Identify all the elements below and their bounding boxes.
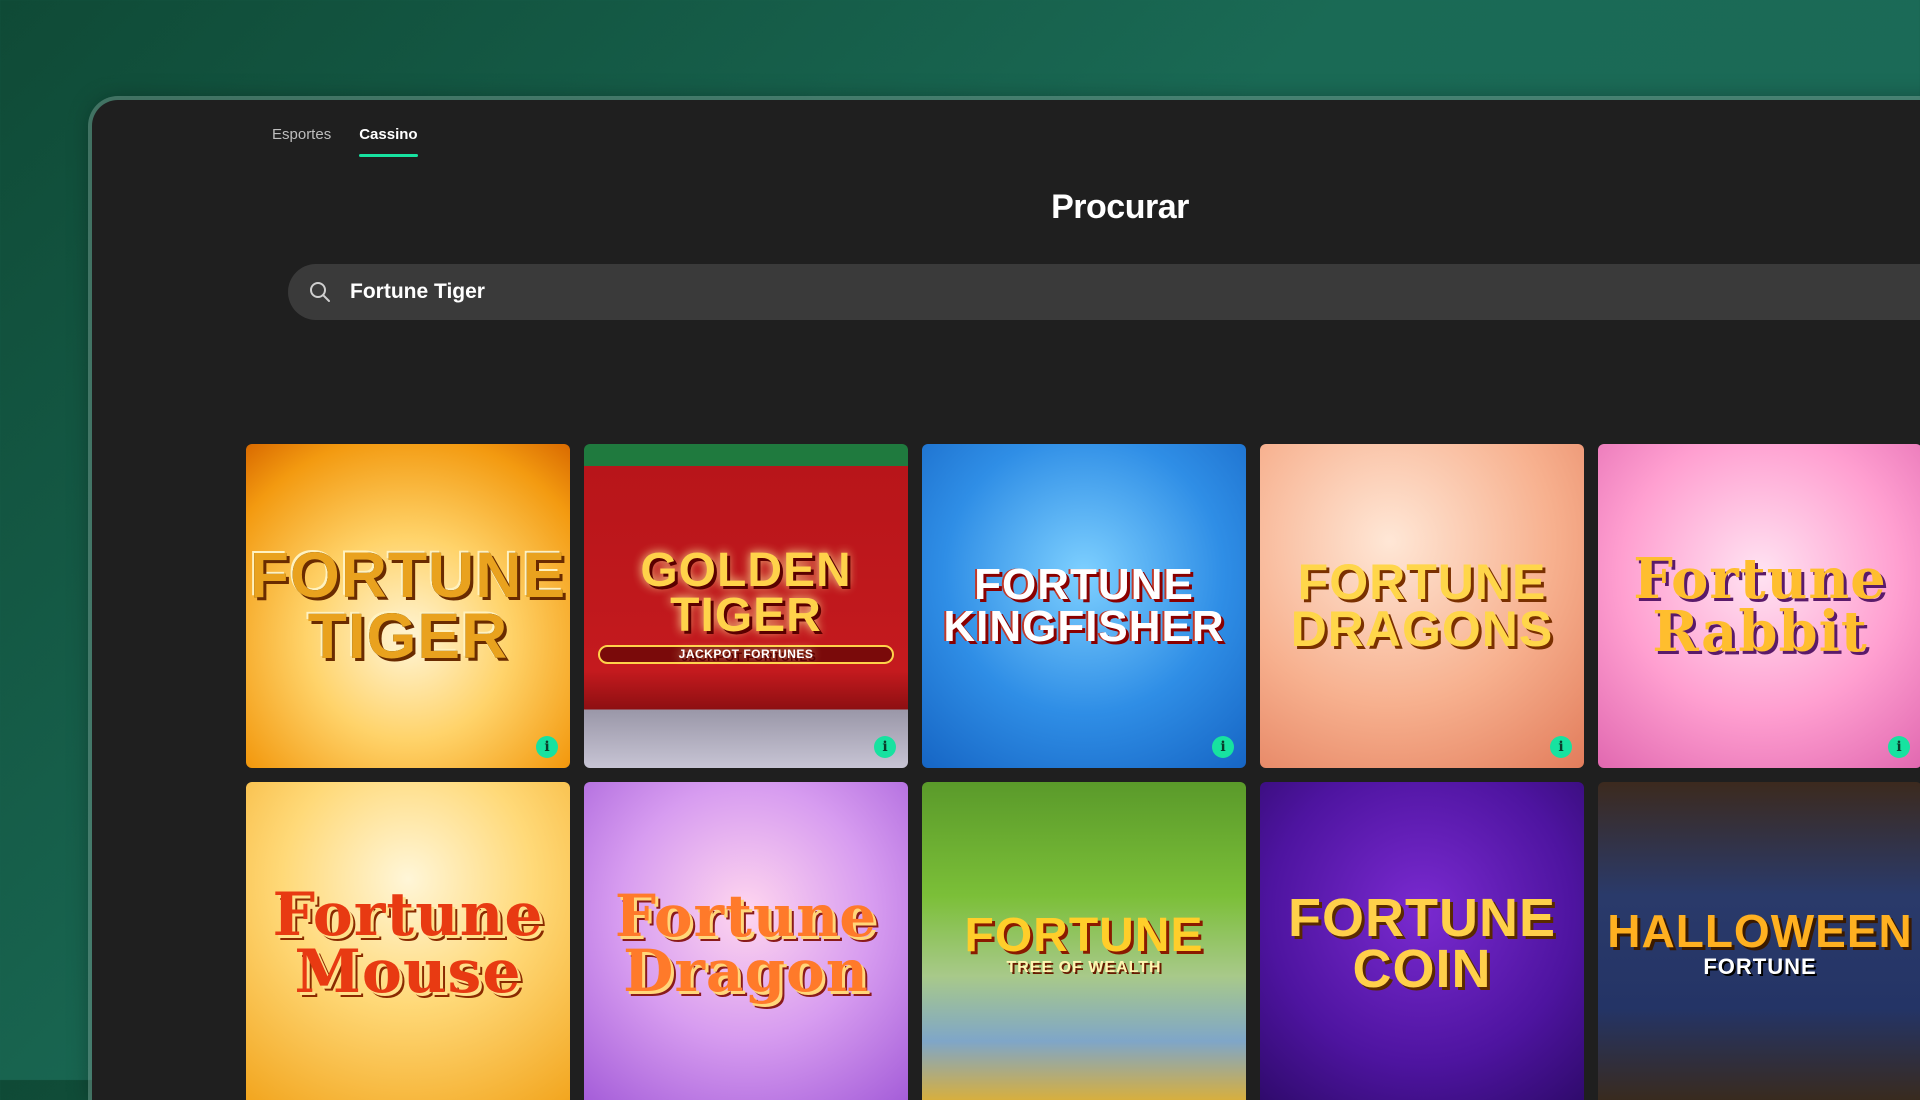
game-title-main: Fortune bbox=[964, 908, 1204, 962]
game-subtitle: JACKPOT FORTUNES bbox=[598, 644, 894, 665]
game-title-main: Halloween bbox=[1607, 904, 1913, 957]
game-tile-fortune-tree-of-wealth[interactable]: Fortune TREE OF WEALTH bbox=[922, 782, 1246, 1100]
game-title: Fortune Kingfisher bbox=[943, 560, 1225, 651]
game-title: Halloween FORTUNE bbox=[1598, 908, 1920, 980]
search-input[interactable] bbox=[348, 279, 952, 305]
game-tile-halloween-fortune[interactable]: Halloween FORTUNE bbox=[1598, 782, 1920, 1100]
game-tile-fortune-dragon[interactable]: Fortune Dragon bbox=[584, 782, 908, 1100]
info-icon[interactable]: i bbox=[1888, 736, 1910, 758]
game-title: Fortune Dragons bbox=[1290, 553, 1554, 657]
game-tile-fortune-rabbit[interactable]: Fortune Rabbit i bbox=[1598, 444, 1920, 768]
top-nav: Esportes Cassino bbox=[272, 120, 418, 157]
game-subtitle: TREE OF WEALTH bbox=[1006, 959, 1162, 977]
game-tile-golden-tiger[interactable]: Golden Tiger JACKPOT FORTUNES i bbox=[584, 444, 908, 768]
game-subtitle: FORTUNE bbox=[1703, 954, 1817, 980]
game-title: Fortune Coin bbox=[1288, 887, 1556, 999]
tab-cassino[interactable]: Cassino bbox=[359, 120, 418, 157]
search-bar[interactable] bbox=[288, 264, 1920, 320]
game-tile-fortune-tiger[interactable]: Fortune Tiger i bbox=[246, 444, 570, 768]
tab-esportes[interactable]: Esportes bbox=[272, 120, 331, 157]
game-tile-fortune-dragons[interactable]: Fortune Dragons i bbox=[1260, 444, 1584, 768]
search-icon bbox=[306, 278, 334, 306]
game-tile-fortune-mouse[interactable]: Fortune Mouse bbox=[246, 782, 570, 1100]
page-title: Procurar bbox=[1051, 188, 1189, 226]
app-window: Esportes Cassino Procurar Fortune Tiger … bbox=[92, 100, 1920, 1100]
results-grid: Fortune Tiger i Golden Tiger JACKPOT FOR… bbox=[246, 444, 1920, 1100]
game-title: Fortune Dragon bbox=[614, 881, 878, 1005]
info-icon[interactable]: i bbox=[874, 736, 896, 758]
info-icon[interactable]: i bbox=[536, 736, 558, 758]
game-title: Fortune TREE OF WEALTH bbox=[951, 911, 1218, 977]
game-title: Fortune Rabbit bbox=[1633, 545, 1887, 665]
game-title: Golden Tiger JACKPOT FORTUNES bbox=[584, 546, 908, 665]
game-title: Fortune Tiger bbox=[249, 539, 567, 672]
game-title: Fortune Mouse bbox=[272, 880, 544, 1007]
game-title-main: Golden Tiger bbox=[640, 543, 852, 643]
game-tile-fortune-coin[interactable]: Fortune Coin bbox=[1260, 782, 1584, 1100]
game-tile-fortune-kingfisher[interactable]: Fortune Kingfisher i bbox=[922, 444, 1246, 768]
info-icon[interactable]: i bbox=[1212, 736, 1234, 758]
info-icon[interactable]: i bbox=[1550, 736, 1572, 758]
